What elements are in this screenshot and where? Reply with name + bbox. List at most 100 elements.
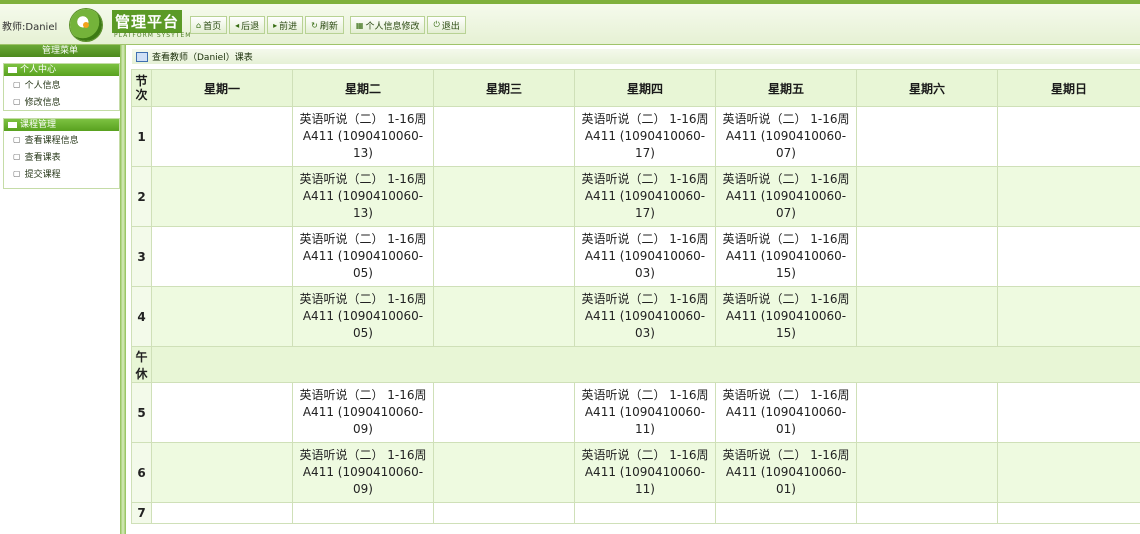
course-cell[interactable]: 英语听说（二） 1-16周 A411 (1090410060-05) [292, 286, 434, 347]
timetable-row: 3 英语听说（二） 1-16周 A411 (1090410060-05) 英语听说（二… [131, 226, 1140, 287]
course-cell[interactable]: 英语听说（二） 1-16周 A411 (1090410060-11) [574, 442, 716, 503]
sidebar-item-label: 个人信息 [24, 81, 61, 91]
course-cell[interactable]: 英语听说（二） 1-16周 A411 (1090410060-17) [574, 106, 716, 167]
power-icon: ⏻ [433, 20, 440, 29]
timetable-row: 7 [131, 502, 1140, 524]
empty-cell [997, 106, 1140, 167]
empty-cell [151, 382, 293, 443]
period-number: 6 [131, 442, 152, 503]
sidebar-item-label: 查看课表 [24, 153, 61, 163]
menu-group-header[interactable]: 课程管理 [4, 119, 119, 131]
course-cell[interactable]: 英语听说（二） 1-16周 A411 (1090410060-13) [292, 166, 434, 227]
refresh-icon: ↻ [311, 20, 318, 30]
logo-subtitle: PLATFORM SYSYTEM [114, 32, 192, 39]
home-icon: ⌂ [196, 20, 202, 30]
empty-cell [151, 286, 293, 347]
empty-cell [433, 226, 575, 287]
course-cell[interactable]: 英语听说（二） 1-16周 A411 (1090410060-09) [292, 382, 434, 443]
course-cell[interactable]: 英语听说（二） 1-16周 A411 (1090410060-03) [574, 226, 716, 287]
sidebar-item-label: 提交课程 [24, 170, 61, 180]
sidebar-item-course-info[interactable]: ▢ 查看课程信息 [4, 131, 119, 148]
sidebar-title: 管理菜单 [0, 45, 120, 57]
refresh-button[interactable]: ↻ 刷新 [305, 16, 344, 34]
home-button[interactable]: ⌂ 首页 [190, 16, 228, 34]
empty-cell [151, 442, 293, 503]
empty-cell [433, 166, 575, 227]
course-cell[interactable]: 英语听说（二） 1-16周 A411 (1090410060-05) [292, 226, 434, 287]
day-header: 星期三 [433, 69, 575, 107]
sidebar-item-personal-info[interactable]: ▢ 个人信息 [4, 76, 119, 93]
period-header-text: 节次 [135, 74, 148, 102]
forward-button[interactable]: ▸ 前进 [267, 16, 304, 34]
empty-cell [433, 502, 575, 524]
empty-cell [433, 382, 575, 443]
page-title: 查看教师（Daniel）课表 [152, 53, 253, 63]
course-cell[interactable]: 英语听说（二） 1-16周 A411 (1090410060-17) [574, 166, 716, 227]
empty-cell [433, 106, 575, 167]
sidebar-item-submit-course[interactable]: ▢ 提交课程 [4, 165, 119, 182]
logout-button[interactable]: ⏻ 退出 [427, 16, 466, 34]
panel-header: 查看教师（Daniel）课表 [132, 49, 1140, 64]
document-icon: ▢ [13, 169, 21, 178]
logo-icon [70, 9, 102, 41]
course-cell[interactable]: 英语听说（二） 1-16周 A411 (1090410060-03) [574, 286, 716, 347]
day-header: 星期六 [856, 69, 998, 107]
menu-group-header[interactable]: 个人中心 [4, 64, 119, 76]
header-top-line [0, 0, 1140, 4]
forward-icon: ▸ [273, 20, 278, 30]
menu-group-personal: 个人中心 ▢ 个人信息 ▢ 修改信息 [3, 63, 120, 111]
sidebar-item-label: 查看课程信息 [24, 136, 79, 146]
folder-icon [8, 122, 17, 128]
empty-cell [151, 502, 293, 524]
toolbar-button-label: 个人信息修改 [365, 21, 420, 32]
timetable-header-row: 节次 星期一 星期二 星期三 星期四 星期五 星期六 星期日 [131, 69, 1140, 107]
empty-cell [151, 106, 293, 167]
empty-cell [997, 442, 1140, 503]
course-cell[interactable]: 英语听说（二） 1-16周 A411 (1090410060-13) [292, 106, 434, 167]
empty-cell [856, 226, 998, 287]
day-header: 星期日 [997, 69, 1140, 107]
course-cell[interactable]: 英语听说（二） 1-16周 A411 (1090410060-15) [715, 226, 857, 287]
noon-break-fill [151, 346, 1140, 383]
course-cell[interactable]: 英语听说（二） 1-16周 A411 (1090410060-01) [715, 382, 857, 443]
edit-profile-button[interactable]: ▦ 个人信息修改 [349, 16, 426, 34]
course-cell[interactable]: 英语听说（二） 1-16周 A411 (1090410060-07) [715, 106, 857, 167]
empty-cell [856, 166, 998, 227]
sidebar-item-label: 修改信息 [24, 98, 61, 108]
empty-cell [856, 502, 998, 524]
empty-cell [574, 502, 716, 524]
timetable-row: 1 英语听说（二） 1-16周 A411 (1090410060-13) 英语听说（二… [131, 106, 1140, 167]
timetable-body: 1 英语听说（二） 1-16周 A411 (1090410060-13) 英语听说（二… [131, 106, 1140, 524]
sidebar-item-edit-info[interactable]: ▢ 修改信息 [4, 93, 119, 110]
menu-group-courses: 课程管理 ▢ 查看课程信息 ▢ 查看课表 ▢ 提交课程 [3, 118, 120, 189]
empty-cell [151, 226, 293, 287]
empty-cell [151, 166, 293, 227]
day-header: 星期五 [715, 69, 857, 107]
day-header: 星期一 [151, 69, 293, 107]
window-icon [136, 51, 148, 62]
toolbar-button-label: 首页 [203, 21, 222, 32]
period-column-header: 节次 [131, 69, 152, 107]
sidebar-splitter[interactable] [120, 45, 126, 534]
empty-cell [292, 502, 434, 524]
menu-group-title: 课程管理 [20, 120, 57, 130]
folder-icon [8, 67, 17, 73]
course-cell[interactable]: 英语听说（二） 1-16周 A411 (1090410060-01) [715, 442, 857, 503]
timetable-row: 2 英语听说（二） 1-16周 A411 (1090410060-13) 英语听说（二… [131, 166, 1140, 227]
sidebar-item-timetable[interactable]: ▢ 查看课表 [4, 148, 119, 165]
document-icon: ▢ [13, 152, 21, 161]
course-cell[interactable]: 英语听说（二） 1-16周 A411 (1090410060-09) [292, 442, 434, 503]
period-number: 2 [131, 166, 152, 227]
course-cell[interactable]: 英语听说（二） 1-16周 A411 (1090410060-07) [715, 166, 857, 227]
course-cell[interactable]: 英语听说（二） 1-16周 A411 (1090410060-15) [715, 286, 857, 347]
toolbar-button-label: 后退 [241, 21, 260, 32]
logo-title: 管理平台 [112, 10, 183, 33]
back-button[interactable]: ◂ 后退 [229, 16, 266, 34]
toolbar-button-label: 退出 [441, 21, 460, 32]
course-cell[interactable]: 英语听说（二） 1-16周 A411 (1090410060-11) [574, 382, 716, 443]
back-icon: ◂ [235, 20, 240, 30]
timetable: 节次 星期一 星期二 星期三 星期四 星期五 星期六 星期日 1 英语听说（二） … [131, 69, 1140, 524]
period-number: 1 [131, 106, 152, 167]
top-header: 教师:Daniel 管理平台 PLATFORM SYSYTEM ⌂ 首页 ◂ 后退 ▸ 前… [0, 0, 1140, 45]
empty-cell [856, 286, 998, 347]
